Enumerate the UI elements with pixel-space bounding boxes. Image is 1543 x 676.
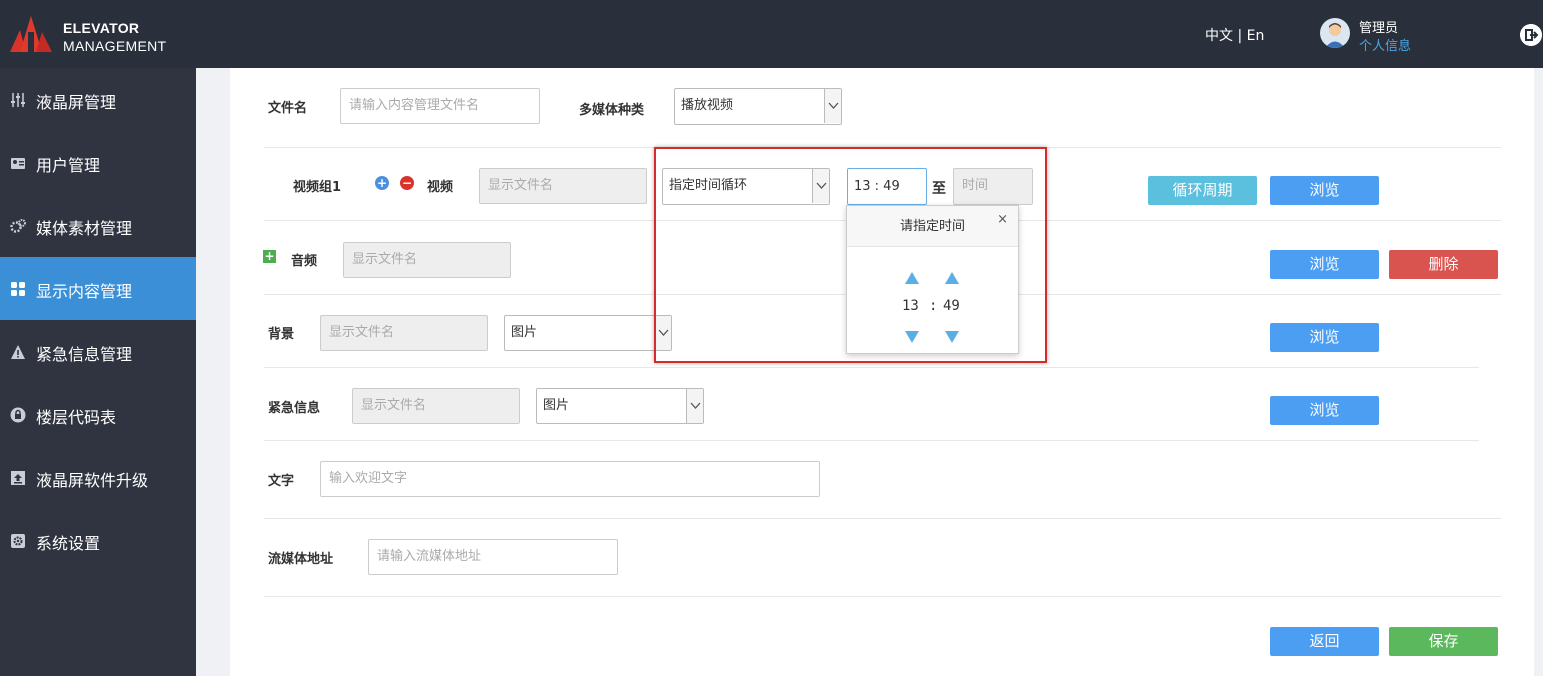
gears-icon xyxy=(10,219,26,233)
sidebar-item-label: 紧急信息管理 xyxy=(36,345,133,364)
avatar-icon xyxy=(1325,23,1345,48)
content-card xyxy=(230,68,1534,676)
divider xyxy=(264,147,1501,148)
gear-icon xyxy=(11,534,25,548)
loop-mode-value: 指定时间循环 xyxy=(669,178,748,193)
sidebar-item-label: 系统设置 xyxy=(36,534,101,553)
logout-icon[interactable] xyxy=(1520,24,1542,46)
remove-video-icon[interactable]: − xyxy=(400,176,414,190)
delete-audio-button[interactable]: 删除 xyxy=(1389,250,1498,279)
audio-file-field[interactable]: 显示文件名 xyxy=(343,242,511,278)
language-switch[interactable]: 中文 | En xyxy=(1205,25,1264,45)
divider xyxy=(264,518,1501,519)
time-picker-title: 请指定时间 xyxy=(847,206,1018,247)
chevron-down-icon xyxy=(812,169,829,203)
loop-period-button[interactable]: 循环周期 xyxy=(1148,176,1257,205)
background-label: 背景 xyxy=(268,327,295,342)
add-video-icon[interactable]: + xyxy=(375,176,389,190)
welcome-text-input[interactable]: 输入欢迎文字 xyxy=(320,461,820,497)
filename-label: 文件名 xyxy=(268,101,308,116)
sidebar-item-label: 液晶屏软件升级 xyxy=(36,471,149,490)
sidebar-item-emergency[interactable]: 紧急信息管理 xyxy=(0,320,196,383)
profile-link[interactable]: 个人信息 xyxy=(1359,35,1411,54)
brand-line1: ELEVATOR xyxy=(63,20,140,36)
sidebar-item-display-content[interactable]: 显示内容管理 xyxy=(0,257,196,320)
browse-background-button[interactable]: 浏览 xyxy=(1270,323,1379,352)
hour-down-icon[interactable] xyxy=(905,331,919,343)
user-card-icon xyxy=(11,158,25,169)
media-type-select[interactable]: 播放视频 xyxy=(674,88,842,125)
to-label: 至 xyxy=(932,181,946,197)
text-label: 文字 xyxy=(268,474,295,489)
lock-icon xyxy=(10,407,26,423)
time-from-input[interactable]: 13 : 49 xyxy=(847,168,927,205)
hour-up-icon[interactable] xyxy=(905,272,919,284)
sidebar-item-settings[interactable]: 系统设置 xyxy=(0,509,196,572)
warning-icon xyxy=(11,345,25,359)
background-type-value: 图片 xyxy=(511,325,538,340)
time-picker-popup: 请指定时间 × 13 : 49 xyxy=(846,205,1019,354)
video-file-field[interactable]: 显示文件名 xyxy=(479,168,647,204)
user-name: 管理员 xyxy=(1359,21,1399,36)
add-audio-icon[interactable]: + xyxy=(263,250,276,263)
background-type-select[interactable]: 图片 xyxy=(504,315,672,351)
time-to-input[interactable]: 时间 xyxy=(953,168,1033,205)
background-file-field[interactable]: 显示文件名 xyxy=(320,315,488,351)
chevron-down-icon xyxy=(686,389,703,423)
sidebar-item-label: 媒体素材管理 xyxy=(36,219,133,238)
minute-value: 49 xyxy=(943,298,960,314)
back-button[interactable]: 返回 xyxy=(1270,627,1379,656)
time-separator: : xyxy=(929,298,938,314)
emergency-type-value: 图片 xyxy=(543,398,570,413)
logo-icon xyxy=(10,16,52,52)
stream-label: 流媒体地址 xyxy=(268,552,334,567)
brand-line2: MANAGEMENT xyxy=(63,38,167,54)
emergency-label: 紧急信息 xyxy=(268,401,321,416)
video-label: 视频 xyxy=(427,180,454,195)
audio-label: 音频 xyxy=(291,254,318,269)
chevron-down-icon xyxy=(654,316,671,350)
chevron-down-icon xyxy=(824,89,841,123)
divider xyxy=(264,596,1501,597)
avatar[interactable] xyxy=(1320,18,1350,48)
sidebar-item-label: 用户管理 xyxy=(36,156,101,175)
hour-value: 13 xyxy=(902,298,919,314)
browse-audio-button[interactable]: 浏览 xyxy=(1270,250,1379,279)
video-group-label: 视频组1 xyxy=(293,180,342,195)
filename-input[interactable]: 请输入内容管理文件名 xyxy=(340,88,540,124)
sidebar-item-upgrade[interactable]: 液晶屏软件升级 xyxy=(0,446,196,509)
top-header: ELEVATOR MANAGEMENT 中文 | En 管理员 个人信息 xyxy=(0,0,1543,68)
save-button[interactable]: 保存 xyxy=(1389,627,1498,656)
divider xyxy=(264,440,1479,441)
sidebar-item-label: 液晶屏管理 xyxy=(36,93,117,112)
sliders-icon xyxy=(11,93,25,107)
emergency-file-field[interactable]: 显示文件名 xyxy=(352,388,520,424)
media-type-value: 播放视频 xyxy=(681,98,734,113)
upload-icon xyxy=(11,471,25,485)
browse-emergency-button[interactable]: 浏览 xyxy=(1270,396,1379,425)
minute-down-icon[interactable] xyxy=(945,331,959,343)
minute-up-icon[interactable] xyxy=(945,272,959,284)
divider xyxy=(264,367,1479,368)
emergency-type-select[interactable]: 图片 xyxy=(536,388,704,424)
sidebar-item-floor-codes[interactable]: 楼层代码表 xyxy=(0,383,196,446)
loop-mode-select[interactable]: 指定时间循环 xyxy=(662,168,830,205)
close-icon[interactable]: × xyxy=(997,212,1008,227)
brand-name: ELEVATOR MANAGEMENT xyxy=(63,19,166,55)
stream-url-input[interactable]: 请输入流媒体地址 xyxy=(368,539,618,575)
grid-icon xyxy=(11,282,25,296)
sidebar-item-media[interactable]: 媒体素材管理 xyxy=(0,194,196,257)
sidebar-item-label: 显示内容管理 xyxy=(36,282,133,301)
browse-video-button[interactable]: 浏览 xyxy=(1270,176,1379,205)
sidebar-item-label: 楼层代码表 xyxy=(36,408,117,427)
sidebar: 液晶屏管理 用户管理 媒体素材管理 显示内容管理 紧急信息管理 楼层代码表 液晶… xyxy=(0,68,196,676)
media-type-label: 多媒体种类 xyxy=(579,103,645,118)
sidebar-item-lcd[interactable]: 液晶屏管理 xyxy=(0,68,196,131)
sidebar-item-users[interactable]: 用户管理 xyxy=(0,131,196,194)
